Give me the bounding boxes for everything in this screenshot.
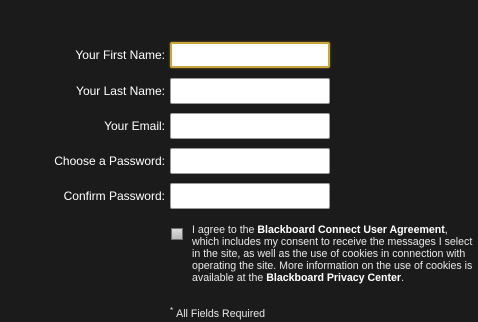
password-input[interactable] xyxy=(170,148,330,174)
privacy-center-link[interactable]: Blackboard Privacy Center xyxy=(266,272,401,284)
agree-checkbox[interactable] xyxy=(171,228,183,240)
first-name-row: Your First Name: xyxy=(0,42,478,68)
agreement-text: I agree to the Blackboard Connect User A… xyxy=(192,224,475,284)
confirm-password-label: Confirm Password: xyxy=(63,189,165,203)
required-note: * All Fields Required xyxy=(170,306,266,320)
email-row: Your Email: xyxy=(0,113,478,139)
user-agreement-link[interactable]: Blackboard Connect User Agreement xyxy=(257,224,444,236)
password-row: Choose a Password: xyxy=(0,148,478,174)
agreement-text-part-3: . xyxy=(401,272,405,285)
last-name-row: Your Last Name: xyxy=(0,78,478,104)
agreement-text-part-1: I agree to the xyxy=(192,224,258,236)
first-name-input[interactable] xyxy=(170,42,330,68)
confirm-password-input[interactable] xyxy=(170,183,330,209)
last-name-label: Your Last Name: xyxy=(76,84,165,98)
confirm-password-row: Confirm Password: xyxy=(0,183,478,209)
required-text: All Fields Required xyxy=(176,308,266,320)
last-name-input[interactable] xyxy=(170,78,330,104)
required-asterisk: * xyxy=(170,306,174,315)
password-label: Choose a Password: xyxy=(54,154,165,168)
email-label: Your Email: xyxy=(104,119,165,133)
registration-panel: Your First Name: Your Last Name: Your Em… xyxy=(0,0,478,322)
first-name-label: Your First Name: xyxy=(75,48,165,62)
email-input[interactable] xyxy=(170,113,330,139)
